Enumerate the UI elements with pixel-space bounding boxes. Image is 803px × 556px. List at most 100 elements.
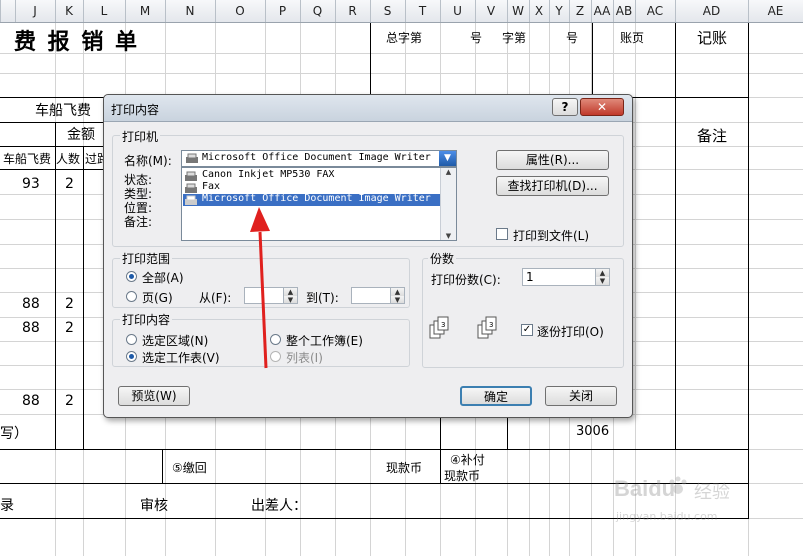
list-scrollbar[interactable]: ▲ ▼: [440, 168, 456, 240]
col-header-y[interactable]: Y: [549, 0, 570, 22]
col-header-ac[interactable]: AC: [635, 0, 676, 22]
row-fare[interactable]: 88: [22, 296, 40, 312]
chevron-down-icon[interactable]: ▼: [439, 151, 456, 166]
properties-button[interactable]: 属性(R)...: [496, 150, 609, 170]
from-input[interactable]: ▲ ▼: [244, 287, 298, 304]
to-label: 到(T):: [306, 291, 339, 305]
dialog-title-bar[interactable]: 打印内容 ? ✕: [104, 95, 632, 122]
printer-icon: [185, 195, 197, 205]
svg-text:3: 3: [489, 321, 493, 329]
row-fare[interactable]: 93: [22, 176, 40, 192]
amount-header: 金额: [67, 127, 95, 143]
printer-option-label: Canon Inkjet MP530 FAX: [202, 169, 335, 180]
list-radio[interactable]: [270, 351, 281, 362]
fare-header: 车船飞费: [35, 103, 91, 119]
remark-header: 备注: [697, 127, 728, 145]
col-header-s[interactable]: S: [370, 0, 406, 22]
printer-icon: [185, 183, 197, 193]
row-people[interactable]: 2: [65, 176, 74, 192]
col-header-k[interactable]: K: [55, 0, 84, 22]
row-people[interactable]: 2: [65, 393, 74, 409]
baidu-watermark: Baidu 经验 jingyan.baidu.com: [614, 470, 764, 530]
audit-label: 审核: [140, 498, 168, 514]
print-to-file-checkbox[interactable]: [496, 228, 508, 240]
printer-select[interactable]: Microsoft Office Document Image Writer ▼: [181, 150, 457, 167]
copies-group-label: 份数: [428, 250, 457, 267]
close-button[interactable]: 关闭: [545, 386, 617, 406]
to-input[interactable]: ▲ ▼: [351, 287, 405, 304]
help-button[interactable]: ?: [552, 98, 578, 116]
col-header-aa[interactable]: AA: [591, 0, 614, 22]
spin-up-icon[interactable]: ▲: [595, 269, 609, 277]
no-label-1: 号: [470, 31, 483, 45]
spin-down-icon[interactable]: ▼: [283, 295, 297, 303]
collate-label: 逐份打印(O): [537, 325, 604, 339]
content-group-label: 打印内容: [120, 311, 173, 328]
dialog-title: 打印内容: [111, 103, 160, 117]
spin-up-icon[interactable]: ▲: [390, 288, 404, 296]
traveler-label: 出差人：: [251, 498, 307, 514]
printer-option-label: Microsoft Office Document Image Writer: [202, 193, 431, 204]
column-header-bar: J K L M N O P Q R S T U V W X Y Z AA AB …: [0, 0, 803, 23]
col-header-o[interactable]: O: [215, 0, 266, 22]
name-label: 名称(M):: [124, 154, 172, 168]
col-header-v[interactable]: V: [475, 0, 508, 22]
spin-down-icon[interactable]: ▼: [390, 295, 404, 303]
sel-area-label: 选定区域(N): [142, 334, 209, 348]
print-to-file-label: 打印到文件(L): [513, 229, 590, 243]
row-people[interactable]: 2: [65, 296, 74, 312]
range-pages-label: 页(G): [142, 291, 173, 305]
col-header-p[interactable]: P: [265, 0, 301, 22]
collate-checkbox[interactable]: ✓: [521, 324, 533, 336]
col-header-j[interactable]: J: [15, 0, 56, 22]
print-dialog[interactable]: 打印内容 ? ✕ 打印机 名称(M): Microsoft Office Doc…: [103, 94, 633, 418]
from-label: 从(F):: [199, 291, 232, 305]
col-header-l[interactable]: L: [83, 0, 126, 22]
row-fare[interactable]: 88: [22, 320, 40, 336]
col-header-n[interactable]: N: [165, 0, 216, 22]
svg-text:3: 3: [441, 321, 445, 329]
printer-dropdown-list[interactable]: Canon Inkjet MP530 FAX Fax Microsoft Off…: [181, 167, 457, 241]
col-header-x[interactable]: X: [529, 0, 550, 22]
col-header-partial[interactable]: [0, 0, 16, 22]
printer-option-label: Fax: [202, 181, 221, 192]
printer-option[interactable]: Canon Inkjet MP530 FAX: [183, 169, 440, 182]
spin-down-icon[interactable]: ▼: [595, 277, 609, 285]
comment-label: 备注:: [124, 215, 153, 229]
col-header-ab[interactable]: AB: [613, 0, 636, 22]
preview-button[interactable]: 预览(W): [118, 386, 190, 406]
col-header-m[interactable]: M: [125, 0, 166, 22]
fare-col-header: 车船飞费: [3, 152, 52, 166]
col-header-t[interactable]: T: [405, 0, 441, 22]
row-fare[interactable]: 88: [22, 393, 40, 409]
collate-pages-icon: 3: [477, 316, 497, 339]
col-header-ae[interactable]: AE: [748, 0, 803, 22]
range-pages-radio[interactable]: [126, 291, 137, 302]
col-header-ad[interactable]: AD: [675, 0, 749, 22]
col-header-z[interactable]: Z: [569, 0, 592, 22]
row-people[interactable]: 2: [65, 320, 74, 336]
col-header-r[interactable]: R: [335, 0, 371, 22]
spin-up-icon[interactable]: ▲: [283, 288, 297, 296]
sel-area-radio[interactable]: [126, 334, 137, 345]
range-all-radio[interactable]: [126, 271, 137, 282]
col-header-u[interactable]: U: [440, 0, 476, 22]
printer-option-selected[interactable]: Microsoft Office Document Image Writer: [183, 193, 440, 206]
refund-label: ⑤缴回: [172, 461, 207, 475]
copies-label: 打印份数(C):: [431, 273, 501, 287]
whole-workbook-radio[interactable]: [270, 334, 281, 345]
uppercase-label: 写）: [0, 426, 28, 442]
col-header-q[interactable]: Q: [300, 0, 336, 22]
record-label: 录: [0, 498, 14, 514]
collate-pages-icon: 3: [429, 316, 449, 339]
ok-button[interactable]: 确定: [460, 386, 532, 406]
copies-input[interactable]: 1 ▲ ▼: [522, 268, 610, 286]
total-value[interactable]: 3006: [576, 424, 609, 439]
find-printer-button[interactable]: 查找打印机(D)...: [496, 176, 609, 196]
col-header-w[interactable]: W: [507, 0, 530, 22]
watermark-brand: Baidu: [614, 476, 676, 501]
cash-label-1: 现款币: [444, 469, 481, 483]
sel-sheet-radio[interactable]: [126, 351, 137, 362]
close-icon[interactable]: ✕: [580, 98, 624, 116]
whole-workbook-label: 整个工作簿(E): [286, 334, 363, 348]
